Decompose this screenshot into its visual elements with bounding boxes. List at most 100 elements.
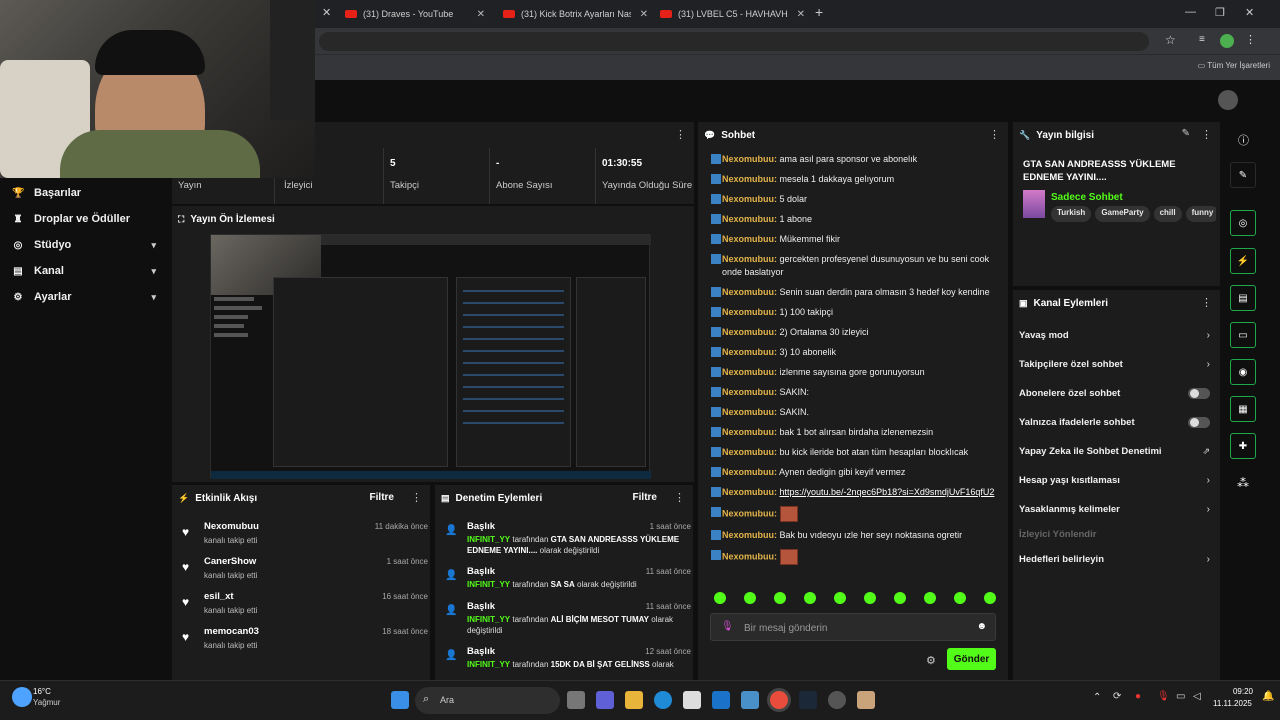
chat-username[interactable]: Nexomubuu: xyxy=(722,407,777,417)
all-bookmarks-button[interactable]: ▭ Tüm Yer İşaretleri xyxy=(1198,61,1270,70)
chat-bubble-icon[interactable]: ▭ xyxy=(1230,322,1256,348)
mic-tray-icon[interactable]: 🎙 xyxy=(1157,691,1170,702)
sidebar-item-channel[interactable]: ▤ Kanal ▾ xyxy=(0,258,170,284)
chat-username[interactable]: Nexomubuu: xyxy=(722,307,777,317)
emote-icon[interactable] xyxy=(804,592,816,604)
more-icon[interactable]: ⋮ xyxy=(674,491,685,504)
chat-username[interactable]: Nexomubuu: xyxy=(722,367,777,377)
info-icon[interactable]: ⓘ xyxy=(1238,132,1249,148)
moderation-filter-button[interactable]: Filtre xyxy=(633,492,657,503)
sidebar-item-drops[interactable]: ♜ Droplar ve Ödüller xyxy=(0,206,170,232)
chat-username[interactable]: Nexomubuu: xyxy=(722,467,777,477)
close-tab-icon[interactable]: ✕ xyxy=(640,9,648,20)
chat-username[interactable]: Nexomubuu: xyxy=(722,447,777,457)
file-explorer-icon[interactable] xyxy=(625,691,643,709)
action-ai-moderation[interactable]: Yapay Zeka ile Sohbet Denetimi ⇗ xyxy=(1013,446,1220,475)
emote-icon[interactable] xyxy=(714,592,726,604)
action-set-goals[interactable]: Hedefleri belirleyin › xyxy=(1013,554,1220,583)
wrench-icon[interactable]: ✚ xyxy=(1230,433,1256,459)
emoji-icon[interactable]: ☻ xyxy=(976,621,987,632)
sidebar-item-achievements[interactable]: 🏆 Başarılar xyxy=(0,180,170,206)
window-close-icon[interactable]: ✕ xyxy=(1245,6,1254,19)
target-icon[interactable]: ◎ xyxy=(1230,210,1256,236)
store-icon[interactable] xyxy=(683,691,701,709)
chat-username[interactable]: Nexomubuu: xyxy=(722,154,777,164)
category-name[interactable]: Sadece Sohbet xyxy=(1051,192,1123,203)
chat-username[interactable]: Nexomubuu: xyxy=(722,427,777,437)
pencil-icon[interactable]: ✎ xyxy=(1230,162,1256,188)
chat-username[interactable]: Nexomubuu: xyxy=(722,327,777,337)
chat-link[interactable]: https://youtu.be/-2nqec6Pb18?si=Xd9smdjU… xyxy=(780,487,995,497)
send-button[interactable]: Gönder xyxy=(947,648,996,670)
emote-icon[interactable] xyxy=(864,592,876,604)
bolt-icon[interactable]: ⚡ xyxy=(1230,248,1256,274)
sidebar-item-settings[interactable]: ⚙ Ayarlar ▾ xyxy=(0,284,170,310)
tag[interactable]: funny xyxy=(1185,206,1216,222)
emote-icon[interactable] xyxy=(984,592,996,604)
emote-icon[interactable] xyxy=(924,592,936,604)
sidebar-item-studio[interactable]: ◎ Stüdyo ▾ xyxy=(0,232,170,258)
chat-username[interactable]: Nexomubuu: xyxy=(722,530,777,540)
steam-icon[interactable] xyxy=(799,691,817,709)
minimize-icon[interactable]: — xyxy=(1185,6,1196,18)
chat-username[interactable]: Nexomubuu: xyxy=(722,287,777,297)
feed-filter-button[interactable]: Filtre xyxy=(370,492,394,503)
chat-username[interactable]: Nexomubuu: xyxy=(722,487,777,497)
emote-icon[interactable] xyxy=(774,592,786,604)
more-icon[interactable]: ⋮ xyxy=(1201,128,1212,141)
stream-preview[interactable] xyxy=(210,234,651,479)
photos-icon[interactable] xyxy=(741,691,759,709)
emote-icon[interactable] xyxy=(744,592,756,604)
notification-icon[interactable]: 🔔 xyxy=(1262,691,1274,702)
task-view-icon[interactable] xyxy=(567,691,585,709)
more-icon[interactable]: ⋮ xyxy=(411,491,422,504)
chat-username[interactable]: Nexomubuu: xyxy=(722,254,777,264)
action-slow-mode[interactable]: Yavaş mod › xyxy=(1013,330,1220,359)
clipboard-icon[interactable]: ▤ xyxy=(1230,285,1256,311)
chat-input[interactable]: 🎙 Bir mesaj gönderin ☻ xyxy=(710,613,996,641)
user-avatar[interactable] xyxy=(1218,90,1238,110)
browser-tab[interactable]: (31) Kick Botrix Ayarları Nasıl Ya ✕ xyxy=(503,4,648,24)
browser-tab[interactable]: (31) LVBEL C5 - HAVHAVHAV (l ✕ xyxy=(660,4,805,24)
chat-username[interactable]: Nexomubuu: xyxy=(722,551,777,561)
emote-only-toggle[interactable] xyxy=(1188,417,1210,428)
close-tab-icon[interactable]: ✕ xyxy=(797,9,805,20)
more-icon[interactable]: ⋮ xyxy=(989,128,1000,141)
network-icon[interactable]: ▭ xyxy=(1176,691,1185,702)
tray-icon[interactable]: ⟳ xyxy=(1113,691,1121,702)
media-icon[interactable]: ≡ xyxy=(1199,34,1205,45)
volume-icon[interactable]: ◁ xyxy=(1193,691,1201,702)
emote-icon[interactable] xyxy=(954,592,966,604)
chat-username[interactable]: Nexomubuu: xyxy=(722,194,777,204)
chat-username[interactable]: Nexomubuu: xyxy=(722,234,777,244)
more-icon[interactable]: ⋮ xyxy=(1201,296,1212,309)
emote-icon[interactable] xyxy=(894,592,906,604)
outlook-icon[interactable] xyxy=(712,691,730,709)
broadcast-icon[interactable]: ◉ xyxy=(1230,359,1256,385)
chat-username[interactable]: Nexomubuu: xyxy=(722,214,777,224)
search-box[interactable]: ⌕ Ara xyxy=(415,687,560,714)
action-followers-only[interactable]: Takipçilere özel sohbet › xyxy=(1013,359,1220,388)
chat-username[interactable]: Nexomubuu: xyxy=(722,347,777,357)
star-icon[interactable]: ☆ xyxy=(1165,33,1176,47)
tag[interactable]: Turkish xyxy=(1051,206,1092,222)
chat-username[interactable]: Nexomubuu: xyxy=(722,387,777,397)
shapes-icon[interactable]: ⁂ xyxy=(1237,476,1249,490)
tag[interactable]: GameParty xyxy=(1095,206,1150,222)
chat-username[interactable]: Nexomubuu: xyxy=(722,508,777,518)
new-tab-button[interactable]: + xyxy=(815,4,823,20)
tag[interactable]: chill xyxy=(1153,206,1182,222)
browser-tab[interactable]: (31) Draves - YouTube ✕ xyxy=(345,4,485,24)
close-tab-icon[interactable]: ✕ xyxy=(322,6,331,19)
tray-icon[interactable]: ● xyxy=(1135,691,1141,702)
chat-username[interactable]: Nexomubuu: xyxy=(722,174,777,184)
url-input[interactable] xyxy=(319,32,1149,51)
maximize-icon[interactable]: ❐ xyxy=(1215,6,1225,19)
widgets-icon[interactable] xyxy=(596,691,614,709)
more-icon[interactable]: ⋮ xyxy=(675,128,686,141)
profile-avatar[interactable] xyxy=(1220,34,1234,48)
action-account-age[interactable]: Hesap yaşı kısıtlaması › xyxy=(1013,475,1220,504)
subscribers-only-toggle[interactable] xyxy=(1188,388,1210,399)
chrome-icon[interactable] xyxy=(770,691,788,709)
start-icon[interactable] xyxy=(391,691,409,709)
